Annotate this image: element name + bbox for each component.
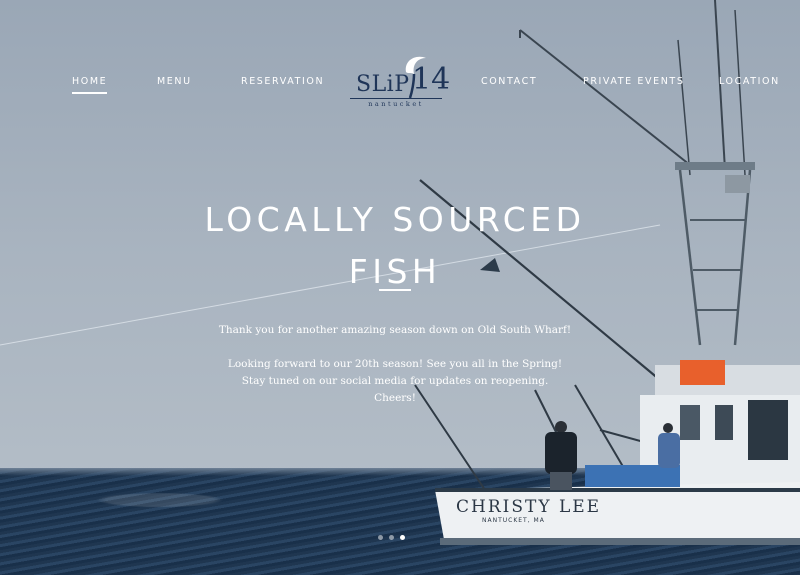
- hero-message: Thank you for another amazing season dow…: [195, 322, 595, 407]
- slider-dot-1[interactable]: [378, 535, 383, 540]
- logo-number: 14: [412, 62, 451, 97]
- message-line-1: Thank you for another amazing season dow…: [218, 324, 572, 336]
- nav-contact[interactable]: CONTACT: [481, 76, 537, 87]
- headline-line-2: FISH: [348, 252, 442, 292]
- logo-subtitle: nantucket: [368, 100, 424, 108]
- nav-reservation[interactable]: RESERVATION: [241, 76, 324, 87]
- message-line-4: Cheers!: [374, 392, 416, 404]
- nav-menu[interactable]: MENU: [157, 76, 192, 87]
- slider-dot-2[interactable]: [389, 535, 394, 540]
- message-line-3: Stay tuned on our social media for updat…: [241, 375, 549, 387]
- nav-private-events[interactable]: PRIVATE EVENTS: [583, 76, 684, 87]
- slider-dot-3[interactable]: [400, 535, 405, 540]
- hero-section: CHRISTY LEE NANTUCKET, MA HOME MENU RESE…: [0, 0, 800, 575]
- boat-port-text: NANTUCKET, MA: [482, 517, 545, 524]
- headline-line-1: LOCALLY SOURCED: [204, 200, 586, 240]
- nav-home[interactable]: HOME: [72, 76, 108, 94]
- slip14-logo[interactable]: SLiP 14 nantucket: [346, 50, 450, 112]
- main-nav: HOME MENU RESERVATION SLiP 14 nantucket …: [0, 0, 800, 110]
- headline-divider: [379, 289, 411, 291]
- logo-rule: [350, 98, 442, 99]
- boat-name-text: CHRISTY LEE: [456, 497, 601, 517]
- message-line-2: Looking forward to our 20th season! See …: [227, 358, 563, 370]
- nav-location[interactable]: LOCATION: [719, 76, 780, 87]
- slider-dots: [378, 535, 405, 540]
- hero-headline: LOCALLY SOURCED FISH: [150, 194, 640, 298]
